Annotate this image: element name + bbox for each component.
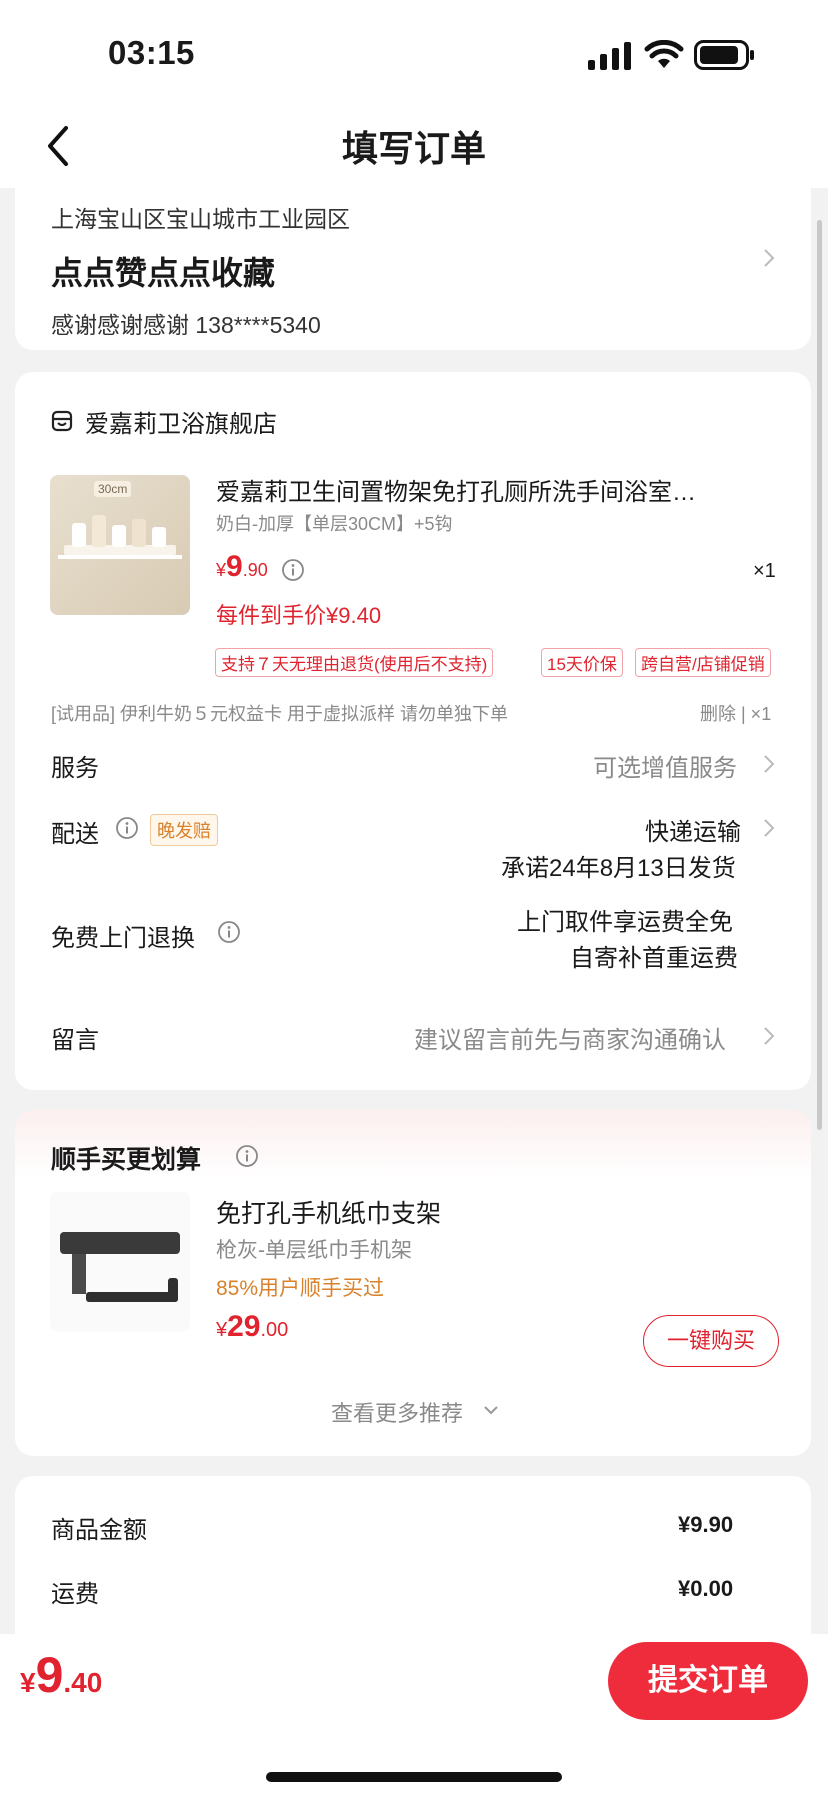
bottle-shape [92,515,106,547]
status-time: 03:15 [108,34,195,71]
submit-order-button[interactable]: 提交订单 [608,1642,808,1720]
service-tag: 跨自营/店铺促销 [635,648,771,677]
address-line: 上海宝山区宝山城市工业园区 [51,206,350,232]
service-value[interactable]: 可选增值服务 [593,748,737,783]
goods-amount-label: 商品金额 [51,1517,147,1544]
quick-buy-button[interactable]: 一键购买 [643,1315,779,1367]
product-spec: 奶白-加厚【单层30CM】+5钩 [216,514,453,534]
product-thumb-label: 30cm [94,481,132,497]
recommend-item-spec: 枪灰-单层纸巾手机架 [216,1239,412,1262]
shipping-value: ¥0.00 [678,1576,734,1601]
info-icon[interactable] [217,920,241,944]
store-icon [51,410,73,432]
bottle-shape [132,519,146,547]
recommend-price: ¥29.00 [216,1310,289,1343]
total-price: ¥9.40 [20,1647,103,1703]
chevron-right-icon [764,819,775,837]
holder-bar-shape [86,1292,178,1302]
holder-hook-shape [168,1278,178,1302]
delivery-value[interactable]: 快递运输 [645,812,741,847]
return-value-1: 上门取件享运费全免 [517,909,733,936]
goods-amount-value: ¥9.90 [678,1512,734,1537]
bottle-shape [152,527,166,547]
final-price: 每件到手价¥9.40 [216,603,382,628]
service-tag: 支持７天无理由退货(使用后不支持) [215,648,494,677]
signal-icon [588,42,631,70]
product-price: ¥9.90 [216,550,268,583]
service-tag: 15天价保 [541,648,623,677]
recommend-image[interactable] [50,1192,190,1332]
store-name[interactable]: 爱嘉莉卫浴旗舰店 [85,404,277,439]
more-recommend-link[interactable]: 查看更多推荐 [331,1396,463,1428]
address-name: 点点赞点点收藏 [51,255,276,291]
chevron-right-icon [764,1027,775,1045]
return-label: 免费上门退换 [51,925,195,952]
delivery-badge: 晚发赔 [150,814,218,846]
delivery-label: 配送 [51,821,99,848]
product-image[interactable]: 30cm [50,475,190,615]
note-label: 留言 [51,1027,99,1054]
trial-item: [试用品] 伊利牛奶５元权益卡 用于虚拟派样 请勿单独下单 [51,704,509,724]
info-icon[interactable] [235,1144,259,1168]
bottle-shape [72,523,86,547]
recommend-card: 顺手买更划算 免打孔手机纸巾支架 枪灰-单层纸巾手机架 85%用户顺手买过 ¥2… [15,1110,811,1456]
shipping-label: 运费 [51,1581,99,1608]
address-contact: 感谢感谢感谢 138****5340 [51,312,321,338]
order-card: 爱嘉莉卫浴旗舰店 30cm 爱嘉莉卫生间置物架免打孔厕所洗手间浴室… 奶白-加厚… [15,372,811,1090]
bottle-shape [112,525,126,547]
chevron-right-icon [764,755,775,773]
product-title[interactable]: 爱嘉莉卫生间置物架免打孔厕所洗手间浴室… [216,472,696,507]
info-icon[interactable] [281,558,305,582]
note-input[interactable]: 建议留言前先与商家沟通确认 [414,1020,726,1055]
page-title: 填写订单 [341,128,486,169]
holder-top-shape [60,1232,180,1254]
wifi-icon [644,40,684,68]
battery-icon [694,40,754,70]
recommend-title: 顺手买更划算 [51,1146,202,1174]
trial-actions[interactable]: 删除 | ×1 [700,700,771,726]
delivery-promise: 承诺24年8月13日发货 [501,855,736,882]
recommend-item-stat: 85%用户顺手买过 [216,1277,385,1300]
scrollbar[interactable] [817,220,822,1130]
return-value-2: 自寄补首重运费 [570,945,738,972]
recommend-item-title[interactable]: 免打孔手机纸巾支架 [216,1194,441,1230]
hook-rail-shape [58,555,182,559]
home-indicator [266,1772,562,1782]
service-label: 服务 [51,755,99,782]
chevron-down-icon [484,1406,498,1415]
holder-wall-shape [72,1254,86,1294]
info-icon[interactable] [115,816,139,840]
chevron-right-icon [764,249,775,267]
product-quantity: ×1 [753,560,776,582]
address-card[interactable]: 上海宝山区宝山城市工业园区 点点赞点点收藏 感谢感谢感谢 138****5340 [15,188,811,350]
